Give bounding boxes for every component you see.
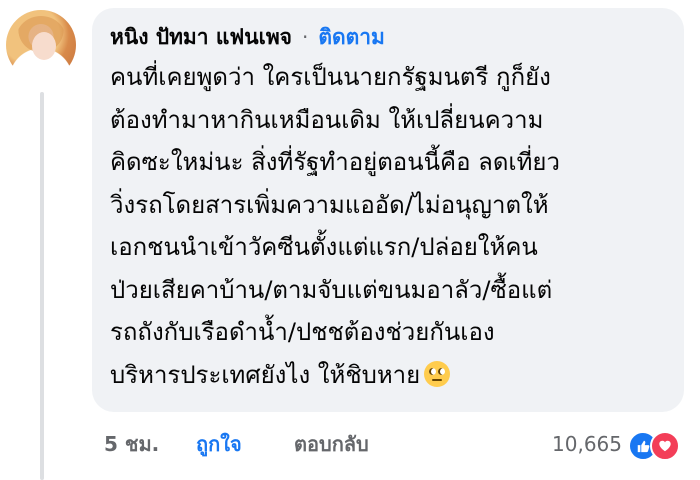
comment-text: คนที่เคยพูดว่า ใครเป็นนายกรัฐมนตรี กูก็ย… [110,56,666,396]
comment-line: ต้องทำมาหากินเหมือนเดิม ให้เปลี่ยนความ [110,105,544,134]
author-name[interactable]: หนิง ปัทมา แฟนเพจ [110,21,292,54]
comment-line: คนที่เคยพูดว่า ใครเป็นนายกรัฐมนตรี กูก็ย… [110,63,551,91]
comment-line: รถถังกับเรือดำน้ำ/ปชชต้องช่วยกันเอง [110,318,495,346]
follow-button[interactable]: ติดตาม [318,21,385,54]
thread-line [40,92,44,480]
comment-line-text: บริหารประเทศยังไง ให้ชิบหาย [110,360,421,389]
comment-line-last: บริหารประเทศยังไง ให้ชิบหาย [110,354,666,397]
separator-dot: · [301,25,309,49]
emoji-mouth [432,378,443,381]
like-button[interactable]: ถูกใจ [196,428,294,460]
love-reaction-icon [650,431,680,461]
heart-glyph [659,440,671,452]
face-with-rolling-eyes-icon [424,360,451,387]
comment-line: ป่วยเสียคาบ้าน/ตามจับแต่ขนมอาลัว/ซื้อแต่ [110,275,553,304]
reaction-summary[interactable] [628,429,684,461]
reaction-count[interactable]: 10,665 [552,432,622,456]
comment-actions: 5 ชม. ถูกใจ ตอบกลับ 10,665 [104,422,684,466]
avatar-shirt [18,60,64,80]
comment-bubble: หนิง ปัทมา แฟนเพจ · ติดตาม คนที่เคยพูดว่… [92,8,684,412]
avatar[interactable] [6,10,76,80]
avatar-face [32,32,56,60]
comment-line: วิ่งรถโดยสารเพิ่มความแออัด/ไม่อนุญาตให้ [110,190,549,219]
comment-header: หนิง ปัทมา แฟนเพจ · ติดตาม [110,20,666,54]
reply-button[interactable]: ตอบกลับ [294,428,369,460]
thumbs-up-glyph [637,440,650,453]
comment-timestamp[interactable]: 5 ชม. [104,428,196,460]
comment-line: คิดซะใหม่นะ สิ่งที่รัฐทำอยู่ตอนนี้คือ ลด… [110,148,560,176]
comment-line: เอกชนนำเข้าวัคซีนตั้งแต่แรก/ปล่อยให้คน [110,233,538,261]
